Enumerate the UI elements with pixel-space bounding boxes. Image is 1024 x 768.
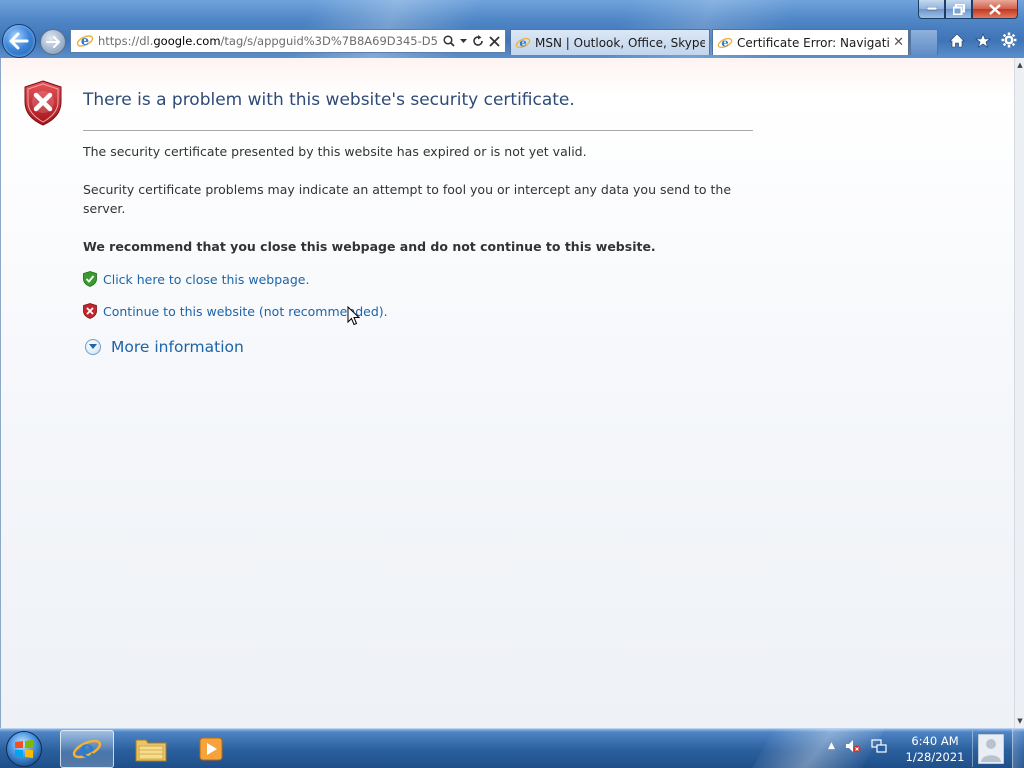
browser-chrome: e https://dl.google.com/tag/s/appguid%3D… — [0, 0, 1024, 58]
user-avatar[interactable] — [972, 731, 1008, 767]
gear-icon[interactable] — [1000, 30, 1018, 50]
taskbar-internet-explorer[interactable]: e — [60, 730, 114, 768]
svg-text:e: e — [721, 35, 728, 49]
media-player-icon — [199, 737, 223, 761]
volume-muted-icon[interactable] — [845, 739, 861, 753]
folder-icon — [135, 739, 167, 762]
system-tray: ▲ — [828, 739, 887, 753]
network-icon[interactable] — [871, 739, 887, 753]
scroll-up-icon[interactable]: ▲ — [1016, 60, 1024, 70]
security-warning-text: Security certificate problems may indica… — [83, 182, 732, 216]
stop-icon[interactable] — [489, 35, 500, 47]
continue-label: Continue to this website (not recommende… — [103, 303, 388, 319]
vertical-scrollbar[interactable]: ▲ ▼ — [1014, 58, 1024, 728]
more-information-toggle[interactable]: More information — [85, 338, 244, 356]
expand-chevron-icon — [85, 339, 101, 355]
clock-date: 1/28/2021 — [905, 750, 965, 764]
tab-msn[interactable]: e MSN | Outlook, Office, Skype, ... — [510, 29, 710, 55]
tab-label: MSN | Outlook, Office, Skype, ... — [535, 35, 705, 50]
address-bar[interactable]: e https://dl.google.com/tag/s/appguid%3D… — [70, 29, 506, 53]
close-window-button[interactable] — [972, 0, 1018, 19]
scroll-down-icon[interactable]: ▼ — [1016, 716, 1024, 726]
ie-tab-icon: e — [515, 35, 531, 49]
close-webpage-link[interactable]: Click here to close this webpage. — [83, 271, 309, 287]
windows-logo-icon — [15, 740, 33, 758]
internet-explorer-icon: e — [72, 734, 102, 763]
show-hidden-icons-icon[interactable]: ▲ — [828, 741, 835, 751]
svg-text:e: e — [79, 734, 94, 763]
certificate-expired-text: The security certificate presented by th… — [83, 144, 587, 159]
home-icon[interactable] — [948, 30, 966, 50]
back-button[interactable] — [2, 24, 36, 58]
minimize-button[interactable] — [918, 0, 945, 19]
url-domain: google.com — [153, 34, 221, 48]
minimize-icon — [926, 7, 937, 11]
taskbar-file-explorer[interactable] — [124, 730, 178, 768]
start-button[interactable] — [6, 731, 42, 767]
chevron-down-icon[interactable] — [460, 38, 467, 44]
svg-text:e: e — [81, 34, 89, 49]
system-clock[interactable]: 6:40 AM 1/28/2021 — [900, 733, 970, 765]
tab-label: Certificate Error: Navigation... — [737, 35, 889, 50]
url-text[interactable]: https://dl.google.com/tag/s/appguid%3D%7… — [98, 34, 438, 48]
url-path: /tag/s/appguid%3D%7B8A69D345-D564-4 — [220, 34, 438, 48]
taskbar-media-player[interactable] — [184, 730, 238, 768]
close-webpage-label: Click here to close this webpage. — [103, 271, 310, 287]
url-prefix: https://dl. — [98, 34, 154, 48]
forward-arrow-icon — [46, 36, 60, 48]
red-shield-icon — [83, 303, 97, 319]
back-arrow-icon — [9, 32, 29, 50]
favorites-star-icon[interactable] — [974, 30, 992, 50]
divider — [83, 130, 753, 131]
ie-tab-icon: e — [717, 35, 733, 49]
error-shield-icon — [24, 80, 62, 126]
page-title: There is a problem with this website's s… — [83, 90, 575, 110]
green-shield-icon — [83, 271, 97, 287]
more-information-label: More information — [111, 338, 244, 356]
continue-to-website-link[interactable]: Continue to this website (not recommende… — [83, 303, 388, 319]
mouse-cursor-icon — [347, 306, 361, 326]
search-icon[interactable] — [443, 35, 455, 47]
restore-button[interactable] — [945, 0, 972, 19]
user-icon — [977, 734, 1004, 764]
page-content: There is a problem with this website's s… — [0, 58, 1014, 728]
forward-button[interactable] — [40, 29, 66, 55]
show-desktop-button[interactable] — [1012, 729, 1024, 768]
recommendation-text: We recommend that you close this webpage… — [83, 239, 656, 254]
ie-page-icon: e — [76, 34, 94, 49]
new-tab-button[interactable] — [910, 29, 938, 55]
clock-time: 6:40 AM — [911, 734, 959, 748]
tab-close-icon[interactable]: ✕ — [893, 35, 904, 50]
taskbar: e ▲ 6:40 AM 1/28/2021 — [0, 728, 1024, 768]
refresh-icon[interactable] — [472, 35, 484, 47]
restore-icon — [952, 3, 965, 15]
svg-text:e: e — [519, 35, 526, 49]
window-controls — [918, 0, 1018, 20]
command-icons — [948, 30, 1018, 50]
tab-certificate-error[interactable]: e Certificate Error: Navigation... ✕ — [712, 29, 909, 55]
close-icon — [989, 3, 1001, 15]
